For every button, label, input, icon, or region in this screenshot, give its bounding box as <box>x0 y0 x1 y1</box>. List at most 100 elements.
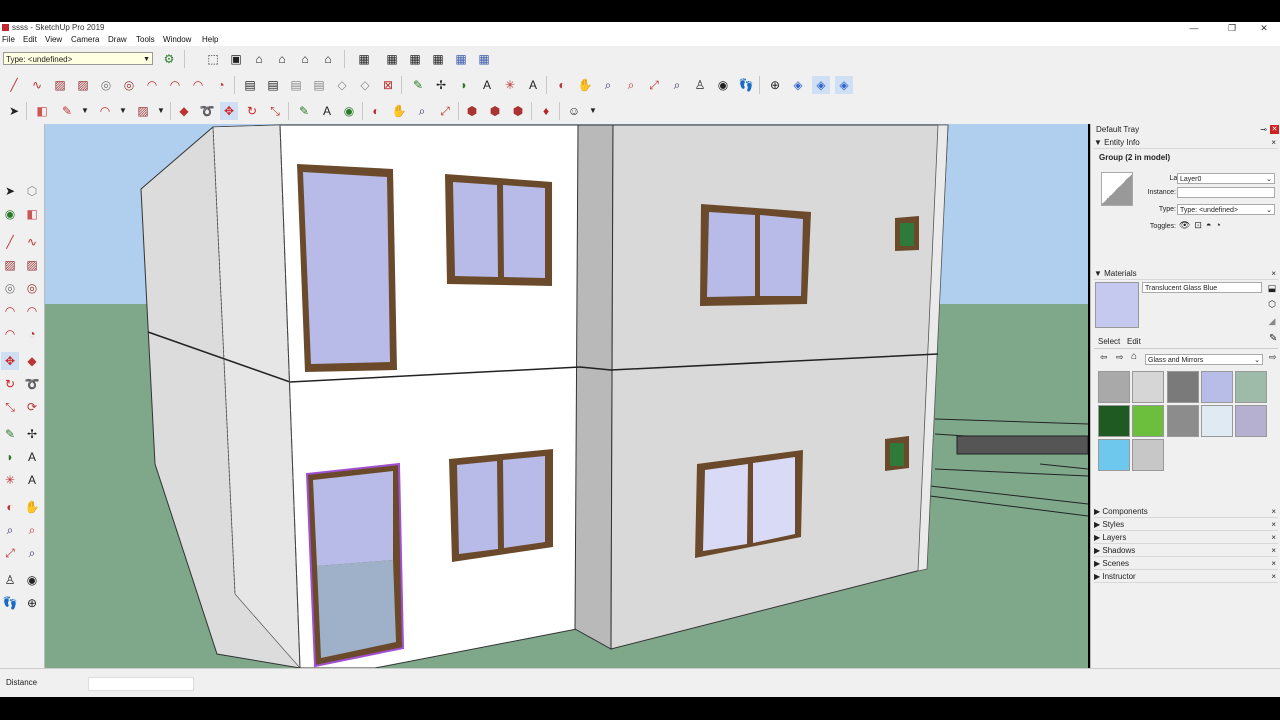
position-camera-icon[interactable]: ♙ <box>1 571 19 589</box>
back-view-icon[interactable]: ⌂ <box>296 50 314 68</box>
swatch-0[interactable] <box>1098 371 1130 403</box>
layer-dropdown[interactable]: Layer0 ⌄ <box>1177 173 1275 184</box>
close-section-icon[interactable]: × <box>1271 571 1276 582</box>
two-point-arc-icon[interactable]: ◠ <box>23 302 41 320</box>
menu-view[interactable]: View <box>45 34 62 46</box>
menu-draw[interactable]: Draw <box>108 34 127 46</box>
wireframe-icon[interactable]: ▦ <box>383 50 401 68</box>
pan-icon[interactable]: ✋ <box>390 102 408 120</box>
text-tool-icon[interactable]: A <box>23 448 41 466</box>
swatch-11[interactable] <box>1132 439 1164 471</box>
material-name-input[interactable]: Translucent Glass Blue <box>1142 282 1262 293</box>
eraser-icon[interactable]: ◧ <box>23 205 41 223</box>
home-icon[interactable]: ⌂ <box>1131 351 1137 362</box>
instructor-header[interactable]: ▶ Instructor × <box>1094 571 1278 583</box>
close-section-icon[interactable]: × <box>1271 558 1276 569</box>
rotated-rectangle-icon[interactable]: ▨ <box>74 76 92 94</box>
zoom-icon[interactable]: ⌕ <box>599 76 617 94</box>
back-arrow-icon[interactable]: ⇦ <box>1100 352 1108 363</box>
tab-edit[interactable]: Edit <box>1127 337 1141 346</box>
menu-window[interactable]: Window <box>163 34 191 46</box>
swatch-8[interactable] <box>1201 405 1233 437</box>
text-tool-icon[interactable]: A <box>478 76 496 94</box>
eraser-icon[interactable]: ◧ <box>33 102 51 120</box>
push-pull-icon[interactable]: ◆ <box>23 352 41 370</box>
polygon-tool-icon[interactable]: ◎ <box>120 76 138 94</box>
tape-measure-icon[interactable]: ✎ <box>295 102 313 120</box>
front-view-icon[interactable]: ⌂ <box>250 50 268 68</box>
arc-group-icon[interactable]: ◠ <box>96 102 114 120</box>
close-section-icon[interactable]: × <box>1271 506 1276 517</box>
close-section-icon[interactable]: × <box>1271 545 1276 556</box>
circle-tool-icon[interactable]: ◎ <box>97 76 115 94</box>
sandbox-scratch-icon[interactable]: ▤ <box>264 76 282 94</box>
scale-tool-icon[interactable]: ⤡ <box>266 102 284 120</box>
select-tool-icon[interactable]: ➤ <box>1 182 19 200</box>
materials-header[interactable]: ▼ Materials × <box>1094 268 1278 280</box>
pan-icon[interactable]: ✋ <box>23 498 41 516</box>
hidden-line-icon[interactable]: ▦ <box>406 50 424 68</box>
shapes-group-icon[interactable]: ▨ <box>134 102 152 120</box>
line-tool-icon[interactable]: ╱ <box>5 76 23 94</box>
drape-icon[interactable]: ◇ <box>333 76 351 94</box>
menu-camera[interactable]: Camera <box>71 34 99 46</box>
chevron-down-icon[interactable]: ▼ <box>584 102 602 120</box>
move-tool-icon[interactable]: ✥ <box>220 102 238 120</box>
components-header[interactable]: ▶ Components × <box>1094 506 1278 518</box>
menu-file[interactable]: File <box>2 34 15 46</box>
protractor-icon[interactable]: ◗ <box>455 76 473 94</box>
push-pull-icon[interactable]: ◆ <box>175 102 193 120</box>
restore-button[interactable]: ❐ <box>1222 22 1242 34</box>
zoom-extents-icon[interactable]: ⤢ <box>1 544 19 562</box>
polygon-tool-icon[interactable]: ◎ <box>23 279 41 297</box>
dynamic-component-icon[interactable]: ⚙ <box>160 50 178 68</box>
menu-help[interactable]: Help <box>202 34 218 46</box>
walk-icon[interactable]: 👣 <box>737 76 755 94</box>
orbit-icon[interactable]: ◐ <box>553 76 571 94</box>
orbit-icon[interactable]: ◐ <box>1 498 19 516</box>
sandbox-contours-icon[interactable]: ▤ <box>241 76 259 94</box>
display-section-cuts-icon[interactable]: ◈ <box>812 76 830 94</box>
close-window-button[interactable]: ✕ <box>1254 22 1274 34</box>
3d-text-icon[interactable]: A <box>524 76 542 94</box>
pin-icon[interactable]: ⊸ <box>1260 124 1267 136</box>
freehand-tool-icon[interactable]: ∿ <box>23 233 41 251</box>
chevron-down-icon[interactable]: ▼ <box>76 102 94 120</box>
rectangle-tool-icon[interactable]: ▨ <box>51 76 69 94</box>
type-dropdown-tray[interactable]: Type: <undefined> ⌄ <box>1177 204 1275 215</box>
display-section-planes-icon[interactable]: ◈ <box>789 76 807 94</box>
close-tray-icon[interactable]: ✕ <box>1270 125 1279 134</box>
swatch-4[interactable] <box>1235 371 1267 403</box>
display-section-fill-icon[interactable]: ◈ <box>835 76 853 94</box>
pan-icon[interactable]: ✋ <box>576 76 594 94</box>
right-view-icon[interactable]: ⌂ <box>273 50 291 68</box>
entity-info-header[interactable]: ▼ Entity Info × <box>1094 137 1278 149</box>
text-tool-icon[interactable]: A <box>318 102 336 120</box>
chevron-down-icon[interactable]: ▼ <box>152 102 170 120</box>
layers-header[interactable]: ▶ Layers × <box>1094 532 1278 544</box>
chevron-down-icon[interactable]: ▼ <box>114 102 132 120</box>
three-point-arc-icon[interactable]: ◠ <box>189 76 207 94</box>
eyedropper-icon[interactable]: ✎ <box>1269 333 1277 344</box>
rotate-tool-icon[interactable]: ↻ <box>1 375 19 393</box>
line-tool-icon[interactable]: ╱ <box>1 233 19 251</box>
3d-text-icon[interactable]: A <box>23 471 41 489</box>
scenes-header[interactable]: ▶ Scenes × <box>1094 558 1278 570</box>
two-point-arc-icon[interactable]: ◠ <box>166 76 184 94</box>
zoom-window-icon[interactable]: ⌕ <box>23 521 41 539</box>
details-arrow-icon[interactable]: ⇨ <box>1269 352 1277 363</box>
minimize-button[interactable]: — <box>1184 22 1204 34</box>
user-account-icon[interactable]: ☺ <box>565 102 583 120</box>
close-section-icon[interactable]: × <box>1271 532 1276 543</box>
make-component-icon[interactable]: ⬡ <box>23 182 41 200</box>
circle-tool-icon[interactable]: ◎ <box>1 279 19 297</box>
section-plane-icon[interactable]: ⊕ <box>766 76 784 94</box>
pie-tool-icon[interactable]: ◔ <box>23 325 41 343</box>
iso-view-icon[interactable]: ⬚ <box>204 50 222 68</box>
tab-select[interactable]: Select <box>1098 337 1120 346</box>
scale-tool-icon[interactable]: ⤡ <box>1 398 19 416</box>
smoove-icon[interactable]: ▤ <box>287 76 305 94</box>
shadows-header[interactable]: ▶ Shadows × <box>1094 545 1278 557</box>
look-around-icon[interactable]: ◉ <box>23 571 41 589</box>
dimension-icon[interactable]: ✢ <box>432 76 450 94</box>
